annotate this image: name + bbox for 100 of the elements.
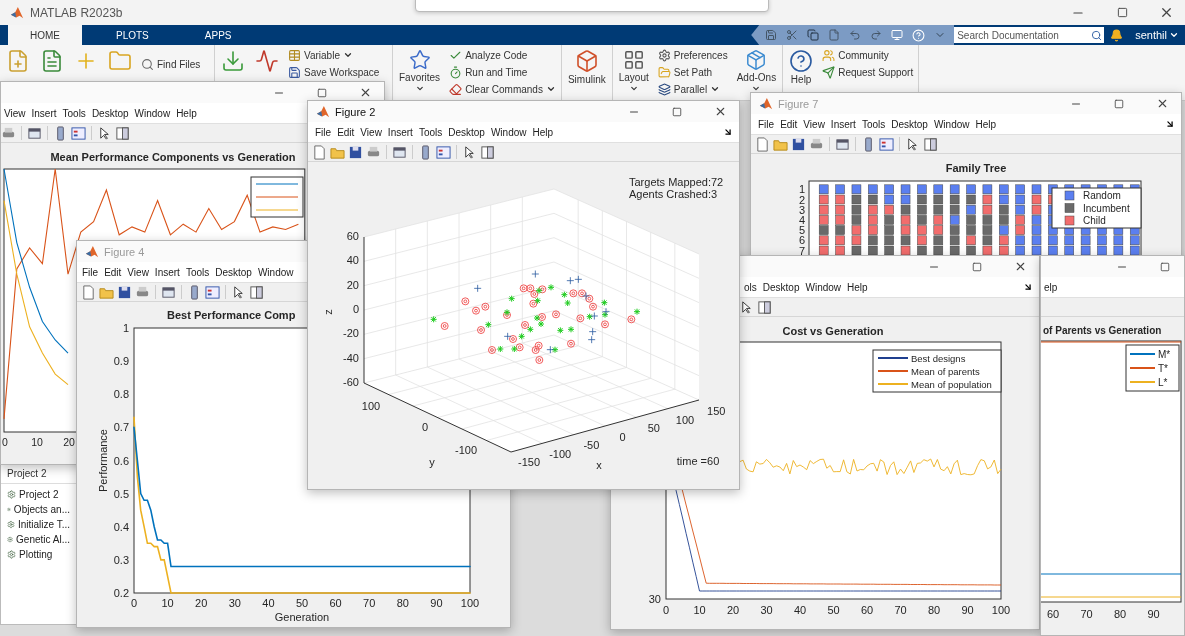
project-item[interactable]: Project 2 <box>1 487 76 502</box>
legend-icon[interactable] <box>436 144 451 160</box>
menu-item[interactable]: Help <box>173 107 200 119</box>
menu-item[interactable]: View <box>124 266 152 278</box>
pointer-icon[interactable] <box>97 125 112 141</box>
menu-item[interactable]: Tools <box>59 107 89 119</box>
save-icon[interactable] <box>791 136 806 152</box>
menu-item[interactable]: Desktop <box>212 266 255 278</box>
new-file-icon[interactable] <box>312 144 327 160</box>
ribbon-button[interactable]: Layout <box>615 47 652 93</box>
ribbon-button[interactable]: Add-Ons <box>733 47 780 93</box>
ribbon-button[interactable]: Save Workspace <box>286 64 382 80</box>
menu-item[interactable]: Insert <box>28 107 60 119</box>
legend-icon[interactable] <box>71 125 86 141</box>
cut-icon[interactable] <box>786 29 799 41</box>
menu-item[interactable]: File <box>79 266 102 278</box>
search-field[interactable]: Search Documentation <box>954 27 1090 43</box>
maximize-icon[interactable] <box>1116 7 1128 18</box>
save-icon[interactable] <box>765 29 778 41</box>
ribbon-button[interactable]: Preferences <box>655 47 730 63</box>
pointer-icon[interactable] <box>231 284 246 300</box>
menu-item[interactable]: Tools <box>182 266 213 278</box>
ribbon-tab[interactable]: HOME <box>8 25 82 45</box>
legend-icon[interactable] <box>879 136 894 152</box>
ribbon-button[interactable]: Run and Time <box>447 64 558 80</box>
pointer-icon[interactable] <box>462 144 477 160</box>
inspector-icon[interactable] <box>115 125 130 141</box>
window-icon[interactable] <box>27 125 42 141</box>
maximize-icon[interactable] <box>1160 261 1170 272</box>
monitor-icon[interactable] <box>891 29 904 41</box>
menu-item[interactable]: Help <box>529 126 557 138</box>
menu-item[interactable]: Desktop <box>445 126 488 138</box>
undo-icon[interactable] <box>849 29 862 41</box>
ribbon-tab[interactable]: PLOTS <box>94 25 171 45</box>
maximize-icon[interactable] <box>672 106 682 117</box>
dock-arrow-icon[interactable] <box>1165 119 1175 129</box>
menu-item[interactable]: File <box>755 118 778 130</box>
dock-arrow-icon[interactable] <box>1023 282 1033 292</box>
menu-item[interactable]: View <box>1 107 29 119</box>
menu-item[interactable]: elp <box>1041 281 1061 293</box>
menu-item[interactable]: ols <box>741 281 760 293</box>
save-icon[interactable] <box>348 144 363 160</box>
menu-item[interactable]: Edit <box>334 126 358 138</box>
menu-item[interactable]: Help <box>972 118 1000 130</box>
window-icon[interactable] <box>161 284 176 300</box>
menu-item[interactable]: Window <box>254 266 297 278</box>
menu-item[interactable]: Help <box>844 281 871 293</box>
ribbon-button[interactable]: Set Path <box>655 64 730 80</box>
save-icon[interactable] <box>117 284 132 300</box>
menu-item[interactable]: Window <box>802 281 845 293</box>
user-menu[interactable]: senthil <box>1129 25 1185 45</box>
search-button[interactable] <box>1089 27 1105 43</box>
menu-item[interactable]: Desktop <box>888 118 931 130</box>
ribbon-button[interactable]: Parallel <box>655 81 730 97</box>
help-icon[interactable] <box>912 28 926 42</box>
ribbon-button[interactable]: Favorites <box>396 47 444 93</box>
inspector-icon[interactable] <box>923 136 938 152</box>
menu-item[interactable]: Edit <box>101 266 125 278</box>
project-item[interactable]: Initialize T... <box>1 517 76 532</box>
new-file-icon[interactable] <box>81 284 96 300</box>
copy-icon[interactable] <box>807 29 820 41</box>
menu-item[interactable]: Tools <box>415 126 446 138</box>
menu-item[interactable]: Window <box>131 107 174 119</box>
menu-item[interactable]: Tools <box>858 118 889 130</box>
menu-item[interactable]: Insert <box>827 118 859 130</box>
inspector-icon[interactable] <box>757 299 772 315</box>
maximize-icon[interactable] <box>972 261 982 272</box>
menu-item[interactable]: Window <box>487 126 530 138</box>
pointer-icon[interactable] <box>739 299 754 315</box>
ribbon-button[interactable]: Help <box>786 47 817 93</box>
new-file-icon[interactable] <box>755 136 770 152</box>
ribbon-button[interactable]: Find Files <box>139 56 203 72</box>
project-item[interactable]: Objects an... <box>1 502 76 517</box>
ribbon-button[interactable]: Community <box>820 47 916 63</box>
window-icon[interactable] <box>835 136 850 152</box>
ribbon-button[interactable]: Simulink <box>564 47 609 93</box>
menu-item[interactable]: View <box>800 118 828 130</box>
redo-icon[interactable] <box>870 29 883 41</box>
ribbon-button[interactable]: Analyze Code <box>447 47 558 63</box>
menu-item[interactable]: Insert <box>151 266 183 278</box>
project-item[interactable]: Plotting <box>1 547 76 562</box>
dock-arrow-icon[interactable] <box>723 127 733 137</box>
bell-icon[interactable] <box>1110 28 1124 42</box>
ribbon-button[interactable]: Variable <box>286 47 382 63</box>
ribbon-tab[interactable]: APPS <box>182 25 254 45</box>
maximize-icon[interactable] <box>317 87 327 98</box>
window-icon[interactable] <box>392 144 407 160</box>
ribbon-button[interactable]: Clear Commands <box>447 81 558 97</box>
menu-item[interactable]: Window <box>930 118 973 130</box>
pointer-icon[interactable] <box>905 136 920 152</box>
ribbon-button[interactable]: Request Support <box>820 64 916 80</box>
menu-item[interactable]: Desktop <box>759 281 803 293</box>
legend-icon[interactable] <box>205 284 220 300</box>
menu-item[interactable]: Desktop <box>88 107 132 119</box>
project-item[interactable]: Genetic Al... <box>1 532 76 547</box>
menu-item[interactable]: View <box>357 126 385 138</box>
menu-item[interactable]: Insert <box>384 126 416 138</box>
menu-item[interactable]: Edit <box>777 118 801 130</box>
inspector-icon[interactable] <box>480 144 495 160</box>
maximize-icon[interactable] <box>1114 98 1124 109</box>
